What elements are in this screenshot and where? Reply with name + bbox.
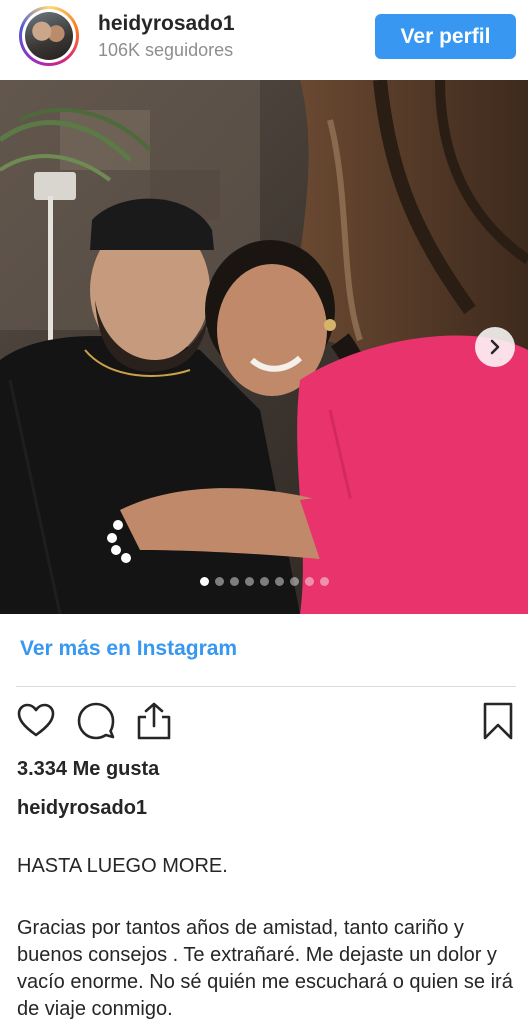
chevron-right-icon <box>490 339 500 355</box>
view-profile-button[interactable]: Ver perfil <box>375 14 516 59</box>
avatar-image <box>25 12 73 60</box>
avatar[interactable] <box>19 6 79 66</box>
carousel-indicator <box>0 577 528 586</box>
like-button[interactable] <box>14 699 58 743</box>
caption-title: HASTA LUEGO MORE. <box>17 855 228 877</box>
divider <box>16 686 516 687</box>
like-count[interactable]: 3.334 Me gusta <box>17 758 159 781</box>
save-button[interactable] <box>476 699 520 743</box>
bookmark-icon <box>483 702 513 740</box>
carousel-dot <box>214 577 224 586</box>
carousel-dot <box>274 577 284 586</box>
heart-icon <box>17 703 55 737</box>
comment-button[interactable] <box>74 699 118 743</box>
post-photo[interactable] <box>0 80 528 614</box>
follower-count: 106K seguidores <box>98 40 234 60</box>
carousel-dot <box>319 577 329 586</box>
carousel-dot <box>289 577 299 586</box>
action-bar <box>0 697 528 747</box>
post-header: heidyrosado1 106K seguidores Ver perfil <box>0 0 528 80</box>
carousel-next-button[interactable] <box>475 327 515 367</box>
see-more-on-instagram-link[interactable]: Ver más en Instagram <box>20 637 237 661</box>
carousel-dot <box>229 577 239 586</box>
share-button[interactable] <box>132 699 176 743</box>
header-username[interactable]: heidyrosado1 <box>98 12 235 36</box>
carousel-dot <box>259 577 269 586</box>
comment-icon <box>77 702 115 740</box>
photo-illustration <box>0 80 528 614</box>
carousel-dot <box>199 577 209 586</box>
share-icon <box>137 702 171 740</box>
carousel-dot <box>304 577 314 586</box>
avatar-border <box>22 9 76 63</box>
caption-text: Gracias por tantos años de amistad, tant… <box>17 917 513 1020</box>
carousel-dot <box>244 577 254 586</box>
caption-username[interactable]: heidyrosado1 <box>17 797 147 820</box>
